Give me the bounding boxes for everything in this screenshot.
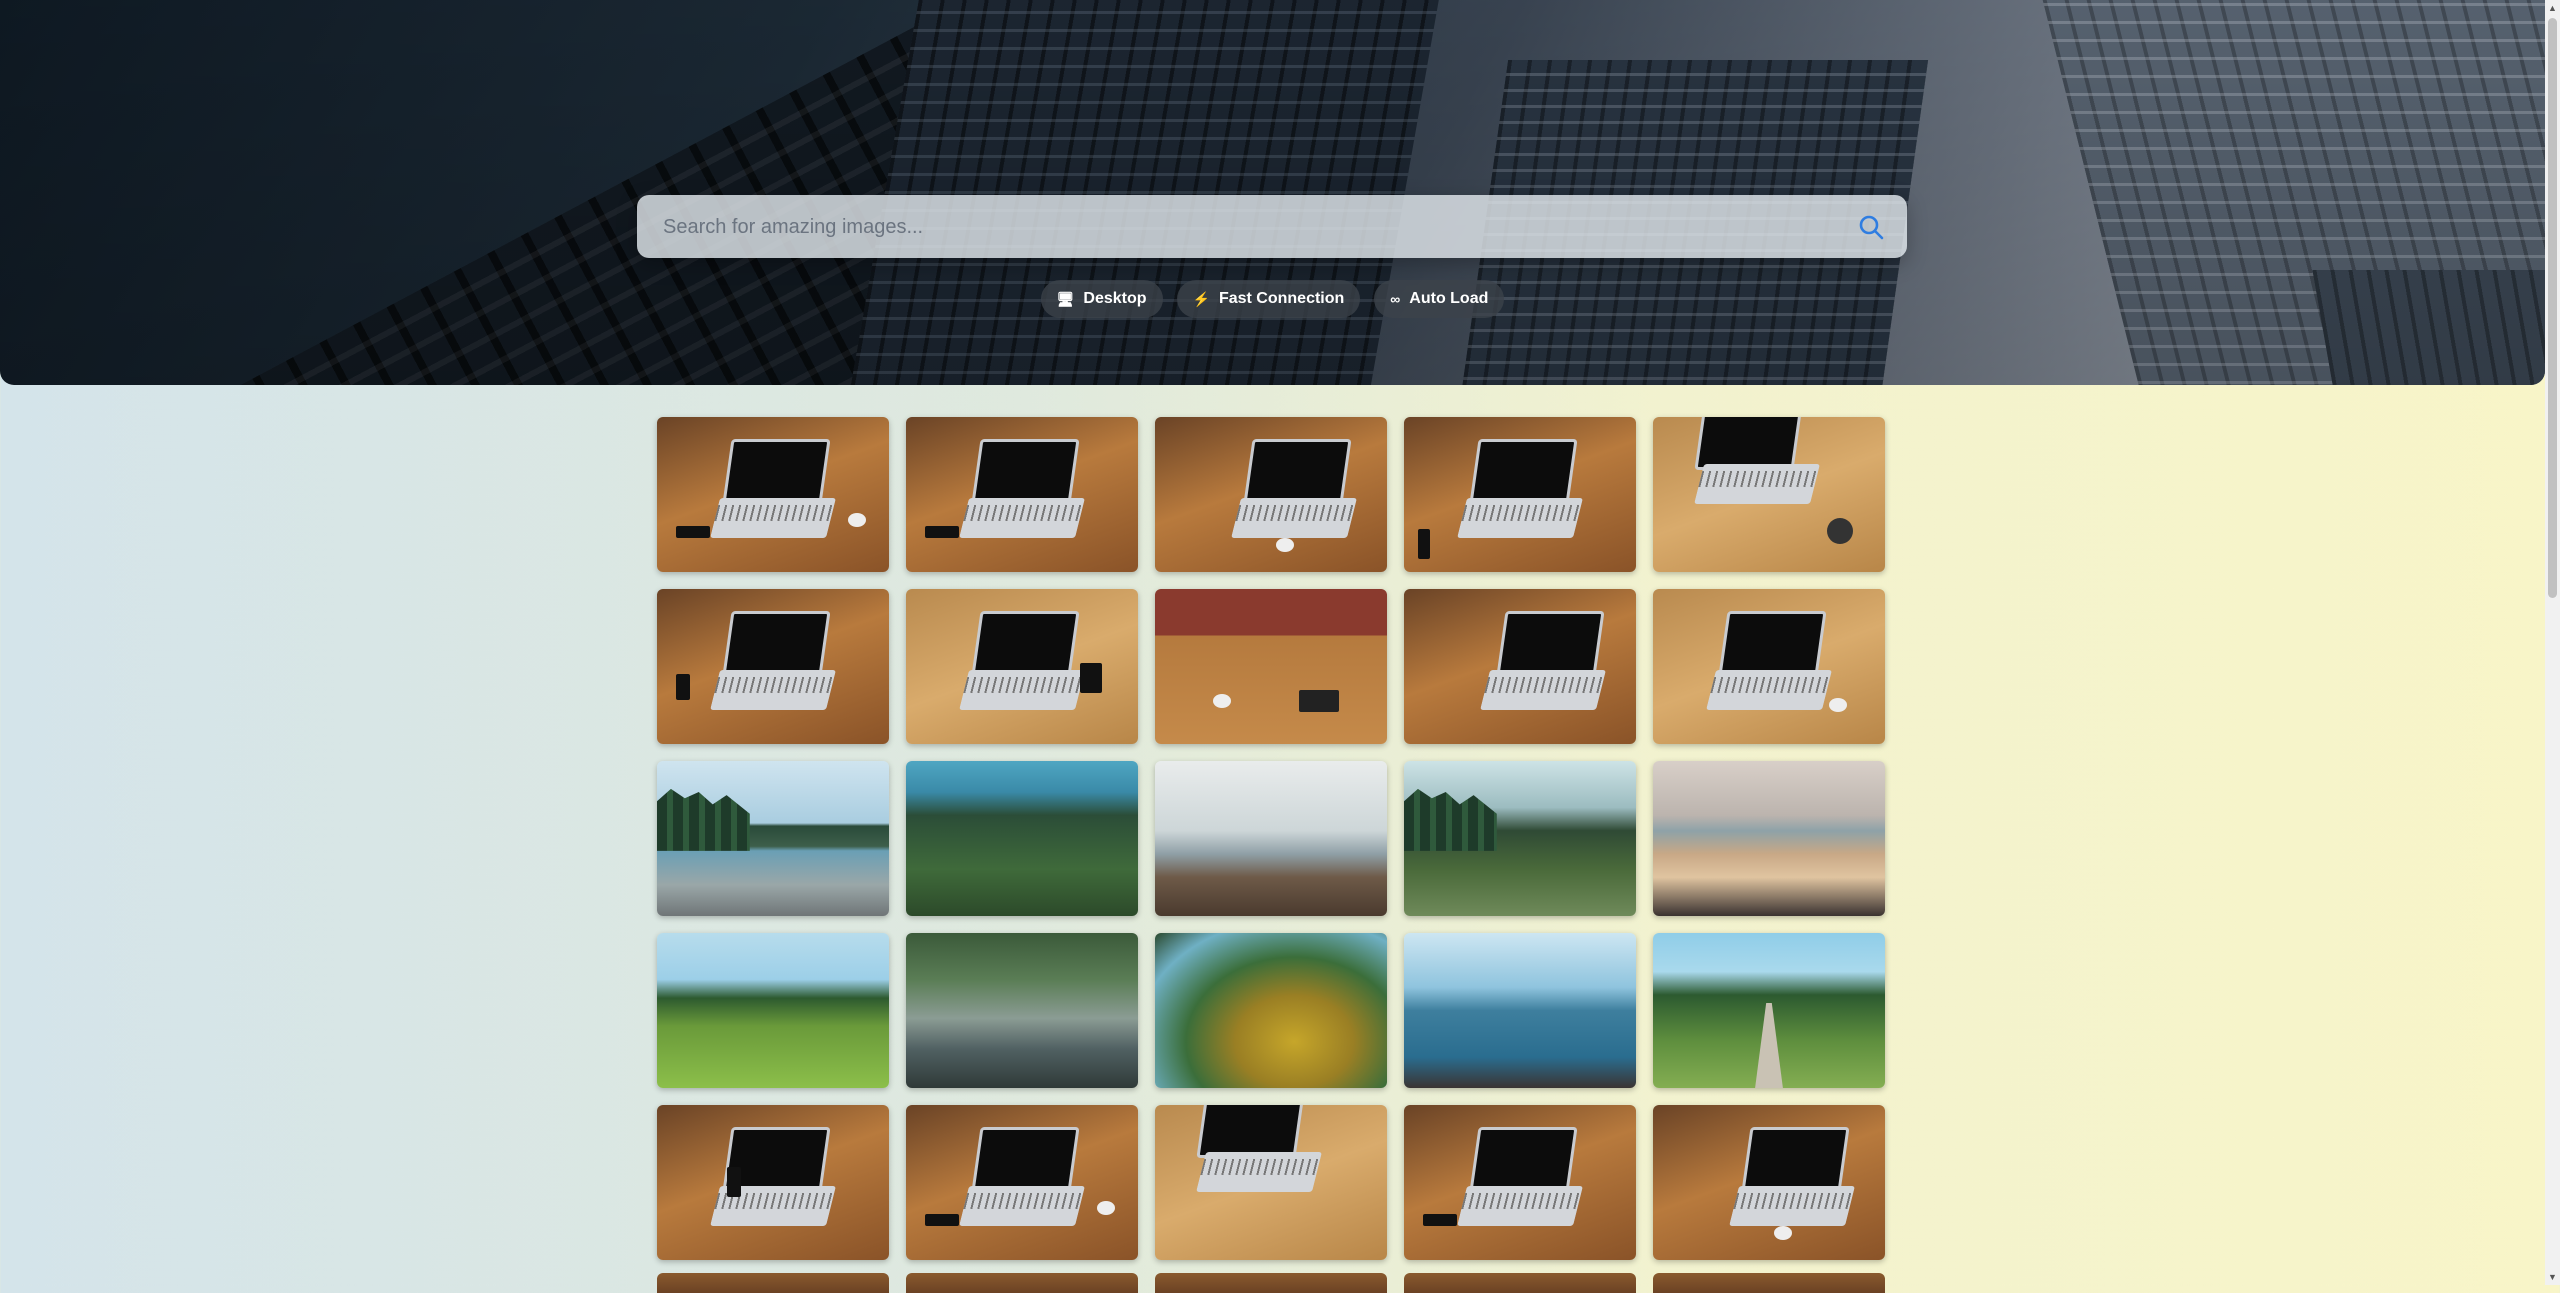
image-gallery — [657, 417, 1887, 1260]
gallery-next-row — [657, 1273, 1887, 1293]
device-status-chips: 🖥 Desktop ⚡ Fast Connection ∞ Auto Load — [0, 280, 2545, 318]
gallery-image[interactable] — [1404, 1105, 1636, 1260]
gallery-image[interactable] — [1653, 1105, 1885, 1260]
chip-fast-connection-label: Fast Connection — [1218, 290, 1345, 307]
gallery-image[interactable] — [1404, 933, 1636, 1088]
infinity-icon: ∞ — [1390, 291, 1401, 307]
gallery-image[interactable] — [1653, 761, 1885, 916]
gallery-image[interactable] — [906, 589, 1138, 744]
gallery-image[interactable] — [1155, 761, 1387, 916]
gallery-image[interactable] — [657, 933, 889, 1088]
gallery-image[interactable] — [906, 761, 1138, 916]
gallery-image[interactable] — [657, 589, 889, 744]
gallery-image[interactable] — [906, 417, 1138, 572]
gallery-image[interactable] — [1404, 589, 1636, 744]
gallery-image[interactable] — [1653, 589, 1885, 744]
scroll-thumb[interactable] — [2548, 18, 2557, 598]
chip-fast-connection[interactable]: ⚡ Fast Connection — [1176, 280, 1361, 318]
chip-auto-load[interactable]: ∞ Auto Load — [1374, 280, 1505, 318]
search-bar — [637, 195, 1907, 260]
chip-auto-load-label: Auto Load — [1409, 290, 1489, 307]
gallery-image[interactable] — [1404, 417, 1636, 572]
gallery-image[interactable] — [657, 761, 889, 916]
gallery-image[interactable] — [1155, 933, 1387, 1088]
gallery-image[interactable] — [1155, 417, 1387, 572]
gallery-image[interactable] — [1155, 1105, 1387, 1260]
lightning-icon: ⚡ — [1192, 291, 1210, 307]
scroll-down-arrow-icon[interactable]: ▼ — [2548, 1272, 2557, 1282]
search-icon[interactable] — [1857, 213, 1885, 241]
chip-desktop[interactable]: 🖥 Desktop — [1040, 280, 1163, 318]
gallery-image[interactable] — [657, 1273, 889, 1293]
chip-desktop-label: Desktop — [1083, 290, 1147, 307]
hero-banner: 🖥 Desktop ⚡ Fast Connection ∞ Auto Load — [0, 0, 2545, 385]
scroll-up-arrow-icon[interactable]: ▲ — [2548, 3, 2557, 13]
gallery-image[interactable] — [906, 933, 1138, 1088]
gallery-image[interactable] — [1653, 1273, 1885, 1293]
gallery-image[interactable] — [1653, 933, 1885, 1088]
gallery-image[interactable] — [1155, 589, 1387, 744]
search-input[interactable] — [661, 195, 1845, 260]
gallery-image[interactable] — [657, 1105, 889, 1260]
gallery-image[interactable] — [906, 1273, 1138, 1293]
gallery-image[interactable] — [1155, 1273, 1387, 1293]
page-scrollbar[interactable]: ▲ ▼ — [2545, 0, 2560, 1285]
gallery-image[interactable] — [906, 1105, 1138, 1260]
gallery-image[interactable] — [1404, 761, 1636, 916]
gallery-image[interactable] — [1653, 417, 1885, 572]
gallery-image[interactable] — [1404, 1273, 1636, 1293]
gallery-image[interactable] — [657, 417, 889, 572]
desktop-icon: 🖥 — [1056, 291, 1075, 307]
